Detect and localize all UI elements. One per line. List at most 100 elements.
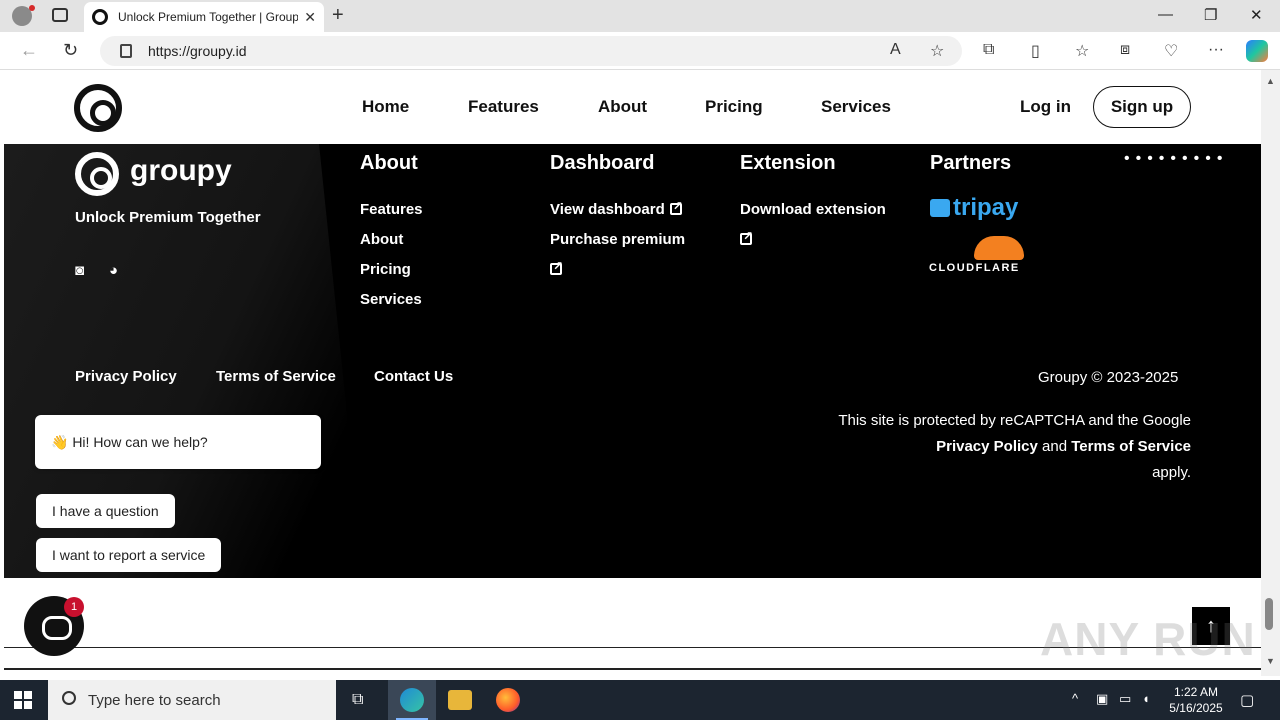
signup-button[interactable]: Sign up	[1093, 86, 1191, 128]
contact-us-link[interactable]: Contact Us	[374, 368, 453, 385]
cloudflare-logo[interactable]: CLOUDFLARE	[929, 262, 1020, 274]
chat-greeting: 👋 Hi! How can we help?	[35, 415, 321, 469]
chat-unread-badge: 1	[64, 597, 84, 617]
tab-title: Unlock Premium Together | Groupy	[118, 10, 298, 24]
page-scrollbar[interactable]	[1261, 70, 1280, 676]
recaptcha-suffix: apply.	[1152, 464, 1191, 481]
split-screen-icon[interactable]: ▯	[1031, 41, 1040, 61]
browser-toolbar: ← ↻ https://groupy.id A ☆ ⧉ ▯ ☆ ⧈ ♡ ···	[0, 32, 1280, 70]
tray-device-icon[interactable]: ▣	[1096, 691, 1108, 707]
recaptcha-prefix: This site is protected by reCAPTCHA and …	[838, 412, 1191, 429]
chat-option-report[interactable]: I want to report a service	[36, 538, 222, 572]
footer-link-features[interactable]: Features	[360, 201, 423, 218]
view-dashboard-label: View dashboard	[550, 201, 665, 218]
tab-actions-icon[interactable]	[52, 8, 68, 22]
lock-icon[interactable]	[120, 44, 132, 58]
scroll-up-icon[interactable]: ▲	[1266, 76, 1275, 86]
dot-pattern-decoration: •••••••••	[1124, 150, 1229, 167]
external-link-icon	[550, 259, 563, 275]
footer-about-heading: About	[360, 152, 418, 174]
instagram-icon[interactable]: ◙	[75, 262, 84, 279]
footer-brand: groupy	[130, 154, 232, 187]
address-bar[interactable]: https://groupy.id	[100, 36, 962, 66]
windows-taskbar: Type here to search ⧉ ^ ▣ ▭ ◖ 1:22 AM 5/…	[0, 680, 1280, 720]
recaptcha-and: and	[1042, 438, 1068, 455]
close-window-button[interactable]: ✕	[1250, 6, 1263, 24]
refresh-icon[interactable]: ↻	[63, 40, 78, 61]
favicon-icon	[92, 9, 108, 25]
nav-services[interactable]: Services	[821, 97, 891, 117]
footer-extension-heading: Extension	[740, 152, 836, 174]
edge-icon[interactable]	[400, 688, 424, 712]
more-menu-icon[interactable]: ···	[1208, 41, 1224, 59]
taskbar-clock[interactable]: 1:22 AM 5/16/2025	[1166, 684, 1226, 716]
external-link-icon	[740, 229, 753, 245]
tray-chevron-icon[interactable]: ^	[1072, 691, 1078, 706]
restore-button[interactable]: ❐	[1204, 6, 1217, 24]
login-link[interactable]: Log in	[1020, 97, 1071, 117]
footer-link-services[interactable]: Services	[360, 291, 422, 308]
favorites-icon[interactable]: ☆	[1075, 41, 1089, 61]
copyright-text: Groupy © 2023-2025	[1038, 369, 1179, 386]
clock-time: 1:22 AM	[1173, 685, 1219, 699]
read-aloud-icon[interactable]: A	[890, 41, 901, 59]
clock-date: 5/16/2025	[1169, 701, 1223, 715]
scroll-down-icon[interactable]: ▼	[1266, 656, 1275, 666]
purchase-premium-external[interactable]	[550, 259, 563, 278]
discord-icon[interactable]: ◕	[109, 262, 118, 279]
footer-tagline: Unlock Premium Together	[75, 209, 261, 226]
volume-icon[interactable]: ◖	[1142, 691, 1150, 706]
browser-tab-active[interactable]: Unlock Premium Together | Groupy ✕	[84, 2, 324, 32]
site-header: Home Features About Pricing Services Log…	[4, 70, 1261, 144]
purchase-premium-link[interactable]: Purchase premium	[550, 231, 685, 248]
collections-icon[interactable]: ⧈	[1120, 41, 1130, 59]
notification-dot	[29, 5, 35, 11]
new-tab-button[interactable]: +	[332, 4, 344, 27]
download-extension-external[interactable]	[740, 229, 753, 248]
favorite-star-icon[interactable]: ☆	[930, 41, 944, 61]
firefox-icon[interactable]	[496, 688, 520, 712]
notifications-icon[interactable]: ▢	[1240, 691, 1254, 709]
file-explorer-icon[interactable]	[448, 690, 472, 710]
web-page: Home Features About Pricing Services Log…	[4, 70, 1261, 676]
recaptcha-notice: This site is protected by reCAPTCHA and …	[834, 408, 1191, 486]
tripay-logo[interactable]: tripay	[930, 194, 1018, 222]
search-icon	[62, 691, 76, 705]
extensions-icon[interactable]: ⧉	[983, 41, 994, 59]
tripay-label: tripay	[953, 194, 1019, 221]
page-divider	[4, 668, 1261, 670]
download-extension-link[interactable]: Download extension	[740, 201, 886, 218]
recaptcha-terms-link[interactable]: Terms of Service	[1071, 438, 1191, 455]
footer-logo-icon	[75, 152, 119, 196]
nav-pricing[interactable]: Pricing	[705, 97, 763, 117]
performance-icon[interactable]: ♡	[1164, 41, 1178, 61]
external-link-icon	[669, 199, 683, 215]
url-text: https://groupy.id	[148, 43, 247, 59]
site-footer: groupy Unlock Premium Together ◙ ◕ About…	[4, 144, 1261, 578]
nav-home[interactable]: Home	[362, 97, 409, 117]
footer-link-about[interactable]: About	[360, 231, 403, 248]
minimize-button[interactable]: —	[1158, 6, 1173, 23]
anyrun-watermark: ANY RUN	[1040, 613, 1256, 665]
groupy-logo-icon[interactable]	[74, 84, 122, 132]
view-dashboard-link[interactable]: View dashboard	[550, 199, 683, 218]
terms-of-service-link[interactable]: Terms of Service	[216, 368, 336, 385]
footer-dashboard-heading: Dashboard	[550, 152, 655, 174]
network-icon[interactable]: ▭	[1119, 691, 1131, 707]
tripay-icon	[930, 199, 950, 217]
taskbar-search[interactable]: Type here to search	[48, 680, 336, 720]
chat-option-question[interactable]: I have a question	[36, 494, 175, 528]
scrollbar-thumb[interactable]	[1265, 598, 1273, 630]
footer-partners-heading: Partners	[930, 152, 1012, 174]
browser-tabbar: Unlock Premium Together | Groupy ✕ + — ❐…	[0, 0, 1280, 32]
nav-features[interactable]: Features	[468, 97, 539, 117]
copilot-icon[interactable]	[1246, 40, 1268, 62]
task-view-icon[interactable]: ⧉	[352, 691, 363, 709]
privacy-policy-link[interactable]: Privacy Policy	[75, 368, 177, 385]
recaptcha-privacy-link[interactable]: Privacy Policy	[936, 438, 1038, 455]
close-tab-icon[interactable]: ✕	[304, 9, 316, 26]
footer-link-pricing[interactable]: Pricing	[360, 261, 411, 278]
start-icon[interactable]	[14, 691, 32, 709]
back-icon[interactable]: ←	[20, 40, 38, 61]
nav-about[interactable]: About	[598, 97, 647, 117]
